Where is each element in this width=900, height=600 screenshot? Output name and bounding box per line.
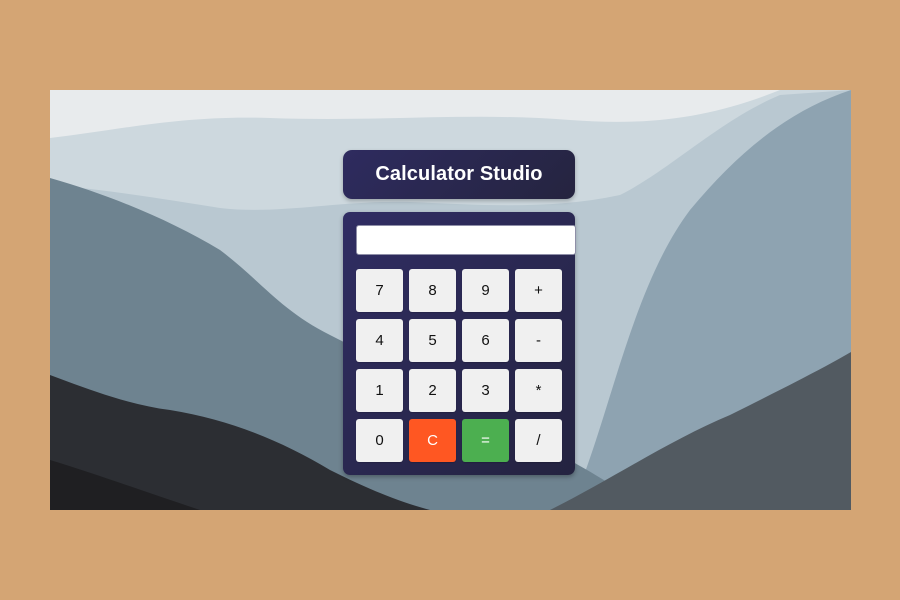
calculator-display[interactable] xyxy=(356,225,576,255)
keypad: 7 8 9 + 4 5 6 - 1 2 3 * 0 C = / xyxy=(356,269,562,462)
clear-button[interactable]: C xyxy=(409,419,456,462)
key-1[interactable]: 1 xyxy=(356,369,403,412)
equals-button[interactable]: = xyxy=(462,419,509,462)
key-6[interactable]: 6 xyxy=(462,319,509,362)
app-title: Calculator Studio xyxy=(375,163,543,185)
key-2[interactable]: 2 xyxy=(409,369,456,412)
calculator-panel: 7 8 9 + 4 5 6 - 1 2 3 * 0 C = / xyxy=(343,212,576,475)
key-8[interactable]: 8 xyxy=(409,269,456,312)
key-7[interactable]: 7 xyxy=(356,269,403,312)
key-add[interactable]: + xyxy=(515,269,562,312)
key-3[interactable]: 3 xyxy=(462,369,509,412)
key-9[interactable]: 9 xyxy=(462,269,509,312)
key-divide[interactable]: / xyxy=(515,419,562,462)
key-4[interactable]: 4 xyxy=(356,319,403,362)
key-0[interactable]: 0 xyxy=(356,419,403,462)
key-5[interactable]: 5 xyxy=(409,319,456,362)
key-subtract[interactable]: - xyxy=(515,319,562,362)
app-header: Calculator Studio xyxy=(343,150,575,199)
key-multiply[interactable]: * xyxy=(515,369,562,412)
